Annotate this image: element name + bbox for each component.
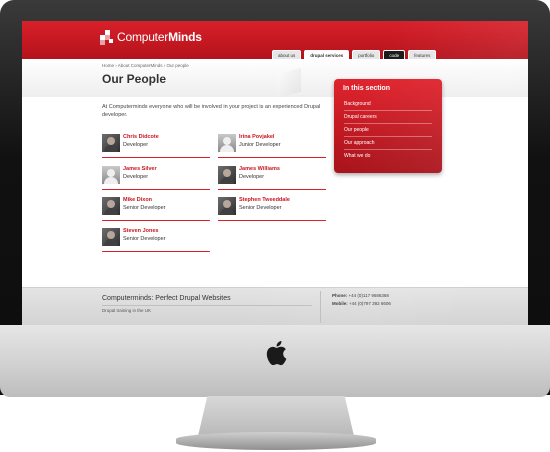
phone-label: Phone:: [332, 293, 348, 298]
person-name[interactable]: James Silver: [123, 166, 157, 172]
site-footer: Computerminds: Perfect Drupal Websites D…: [22, 287, 528, 325]
person-card[interactable]: Stephen Tweeddale Senior Developer: [218, 196, 326, 221]
apple-logo-icon: [266, 341, 287, 366]
page-heading-band: Home › About ComputerMinds › Our people …: [22, 59, 528, 99]
person-card[interactable]: Mike Dixon Senior Developer: [102, 196, 210, 221]
imac-stand-base: [176, 432, 376, 450]
site-logo[interactable]: ComputerMinds: [100, 30, 202, 45]
sidebar-item-drupal-careers[interactable]: Drupal careers: [344, 112, 432, 124]
avatar: [102, 228, 120, 246]
footer-title: Computerminds: Perfect Drupal Websites: [102, 295, 231, 302]
decorative-cube: [277, 67, 301, 99]
person-card[interactable]: Steven Jones Senior Developer: [102, 227, 210, 252]
browser-screen: ComputerMinds about us drupal services p…: [22, 21, 528, 325]
sidebar-item-background[interactable]: Background: [344, 99, 432, 111]
person-role: Senior Developer: [123, 205, 166, 211]
logo-text: ComputerMinds: [117, 30, 202, 44]
person-card[interactable]: Irina Povjakel Junior Developer: [218, 133, 326, 158]
person-role: Developer: [239, 174, 265, 180]
footer-subtitle[interactable]: Drupal training in the UK: [102, 308, 151, 313]
person-card[interactable]: James Silver Developer: [102, 165, 210, 190]
person-role: Senior Developer: [123, 236, 166, 242]
sidebar-item-our-people[interactable]: Our people: [344, 125, 432, 137]
person-name[interactable]: Mike Dixon: [123, 197, 152, 203]
site-header: ComputerMinds about us drupal services p…: [22, 21, 528, 60]
footer-divider-line: [102, 305, 312, 306]
avatar: [102, 134, 120, 152]
person-role: Developer: [123, 174, 149, 180]
intro-text: At Computerminds everyone who will be in…: [102, 104, 321, 118]
mobile-label: Mobile:: [332, 301, 348, 306]
main-content: At Computerminds everyone who will be in…: [22, 97, 528, 287]
sidebar-item-our-approach[interactable]: Our approach: [344, 138, 432, 150]
person-name[interactable]: Steven Jones: [123, 228, 158, 234]
avatar: [218, 166, 236, 184]
breadcrumb[interactable]: Home › About ComputerMinds › Our people: [102, 63, 189, 68]
avatar-placeholder-icon: [218, 134, 236, 152]
avatar: [102, 197, 120, 215]
person-name[interactable]: Irina Povjakel: [239, 134, 274, 140]
sidebar-item-what-we-do[interactable]: What we do: [344, 151, 432, 162]
person-role: Senior Developer: [239, 205, 282, 211]
person-card[interactable]: Chris Didcote Developer: [102, 133, 210, 158]
footer-mobile: Mobile: +44 (0)797 392 6606: [332, 301, 391, 306]
sidebar-title: In this section: [343, 85, 391, 92]
person-role: Developer: [123, 142, 149, 148]
mobile-number: +44 (0)797 392 6606: [349, 301, 391, 306]
person-card[interactable]: James Williams Developer: [218, 165, 326, 190]
footer-column-divider: [320, 291, 321, 323]
logo-mark-icon: [100, 30, 114, 45]
section-sidebar: In this section Background Drupal career…: [334, 79, 442, 173]
person-name[interactable]: Chris Didcote: [123, 134, 159, 140]
phone-number: +44 (0)117 9686368: [348, 293, 389, 298]
imac-stand: [198, 396, 354, 436]
footer-phone: Phone: +44 (0)117 9686368: [332, 293, 389, 298]
page-title: Our People: [102, 72, 167, 86]
avatar: [218, 197, 236, 215]
person-name[interactable]: James Williams: [239, 166, 280, 172]
person-role: Junior Developer: [239, 142, 281, 148]
person-name[interactable]: Stephen Tweeddale: [239, 197, 290, 203]
avatar-placeholder-icon: [102, 166, 120, 184]
